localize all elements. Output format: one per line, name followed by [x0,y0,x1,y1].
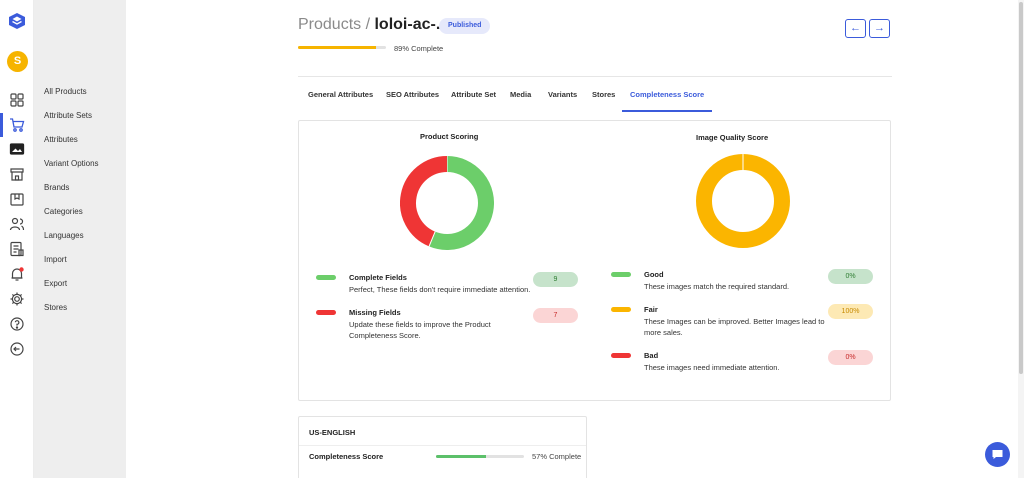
logout-icon[interactable] [9,341,25,357]
language-progress-bar [436,455,524,458]
nav-item-all-products[interactable]: All Products [44,87,87,96]
fair-images-percent-badge: 100% [828,304,873,319]
nav-item-attributes[interactable]: Attributes [44,135,78,144]
next-product-button[interactable]: → [869,19,890,38]
legend-title-complete-fields: Complete Fields [349,273,407,282]
legend-title-fair: Fair [644,305,658,314]
nav-item-languages[interactable]: Languages [44,231,84,240]
tab-seo-attributes[interactable]: SEO Attributes [386,90,439,107]
product-nav-panel: All Products Attribute Sets Attributes V… [34,0,126,478]
legend-desc-good: These images match the required standard… [644,282,790,291]
arrow-right-icon: → [874,22,885,34]
page-scrollbar[interactable] [1018,0,1024,478]
breadcrumb: Products / loloi-ac-... [298,16,449,34]
nav-item-export[interactable]: Export [44,279,67,288]
report-icon[interactable] [9,241,25,257]
bell-icon[interactable] [9,266,25,282]
image-quality-title: Image Quality Score [696,133,769,142]
language-label: US-ENGLISH [309,428,356,437]
users-icon[interactable] [9,216,25,232]
legend-desc-missing-fields: Update these fields to improve the Produ… [349,320,491,340]
image-quality-donut-chart [696,154,790,248]
legend-title-missing-fields: Missing Fields [349,308,401,317]
bad-images-percent-badge: 0% [828,350,873,365]
missing-fields-count-badge: 7 [533,308,578,323]
nav-item-stores[interactable]: Stores [44,303,67,312]
good-images-percent-badge: 0% [828,269,873,284]
product-scoring-slice-complete-fields [429,156,494,250]
image-quality-slice-fair [696,154,790,248]
complete-fields-count-badge: 9 [533,272,578,287]
chat-button[interactable] [985,442,1010,467]
completion-progress-text: 89% Complete [394,44,444,53]
legend-swatch-fair [611,307,631,312]
legend-desc-fair: These Images can be improved. Better Ima… [644,317,825,337]
language-progress-text: 57% Complete [532,452,582,461]
image-icon[interactable] [9,141,25,157]
legend-desc-bad: These images need immediate attention. [644,363,780,372]
active-indicator [0,113,3,137]
dashboard-icon[interactable] [9,92,25,108]
app-logo-icon[interactable] [8,12,26,30]
tab-media[interactable]: Media [510,90,531,107]
product-scoring-title: Product Scoring [420,132,479,141]
product-scoring-slice-missing-fields [400,156,448,247]
completion-progress-fill [298,46,377,49]
legend-title-bad: Bad [644,351,659,360]
chat-icon [992,450,1003,459]
icon-rail: S [0,0,34,478]
legend-title-good: Good [644,270,664,279]
completeness-score-label: Completeness Score [309,452,384,461]
scores-card: Product Scoring Image Quality Score Comp… [298,120,891,401]
nav-item-import[interactable]: Import [44,255,67,264]
product-scoring-donut-chart [400,156,494,250]
legend-swatch-complete [316,275,336,280]
legend-swatch-missing [316,310,336,315]
previous-product-button[interactable]: ← [845,19,866,38]
store-icon[interactable] [9,166,25,182]
legend-swatch-good [611,272,631,277]
box-icon[interactable] [9,191,25,207]
nav-item-attribute-sets[interactable]: Attribute Sets [44,111,92,120]
nav-item-variant-options[interactable]: Variant Options [44,159,99,168]
divider [299,445,586,446]
legend-swatch-bad [611,353,631,358]
user-avatar[interactable]: S [7,51,28,72]
cart-icon[interactable] [9,117,25,133]
completion-progress-bar [298,46,386,49]
breadcrumb-parent[interactable]: Products / [298,16,370,33]
page-title: loloi-ac-... [374,16,450,33]
status-badge: Published [439,18,491,34]
language-completeness-card: US-ENGLISH Completeness Score 57% Comple… [298,416,587,478]
nav-item-categories[interactable]: Categories [44,207,83,216]
tab-variants[interactable]: Variants [548,90,577,107]
help-icon[interactable] [9,316,25,332]
scrollbar-thumb[interactable] [1019,2,1023,374]
tab-attribute-set[interactable]: Attribute Set [451,90,496,107]
language-progress-fill [436,455,487,458]
tab-completeness-score[interactable]: Completeness Score [630,90,704,107]
nav-item-brands[interactable]: Brands [44,183,69,192]
arrow-left-icon: ← [850,22,861,34]
divider [298,76,892,77]
tab-general-attributes[interactable]: General Attributes [308,90,373,107]
tab-stores[interactable]: Stores [592,90,615,107]
active-tab-underline [622,110,712,112]
legend-desc-complete-fields: Perfect, These fields don't require imme… [349,285,531,294]
settings-icon[interactable] [9,291,25,307]
